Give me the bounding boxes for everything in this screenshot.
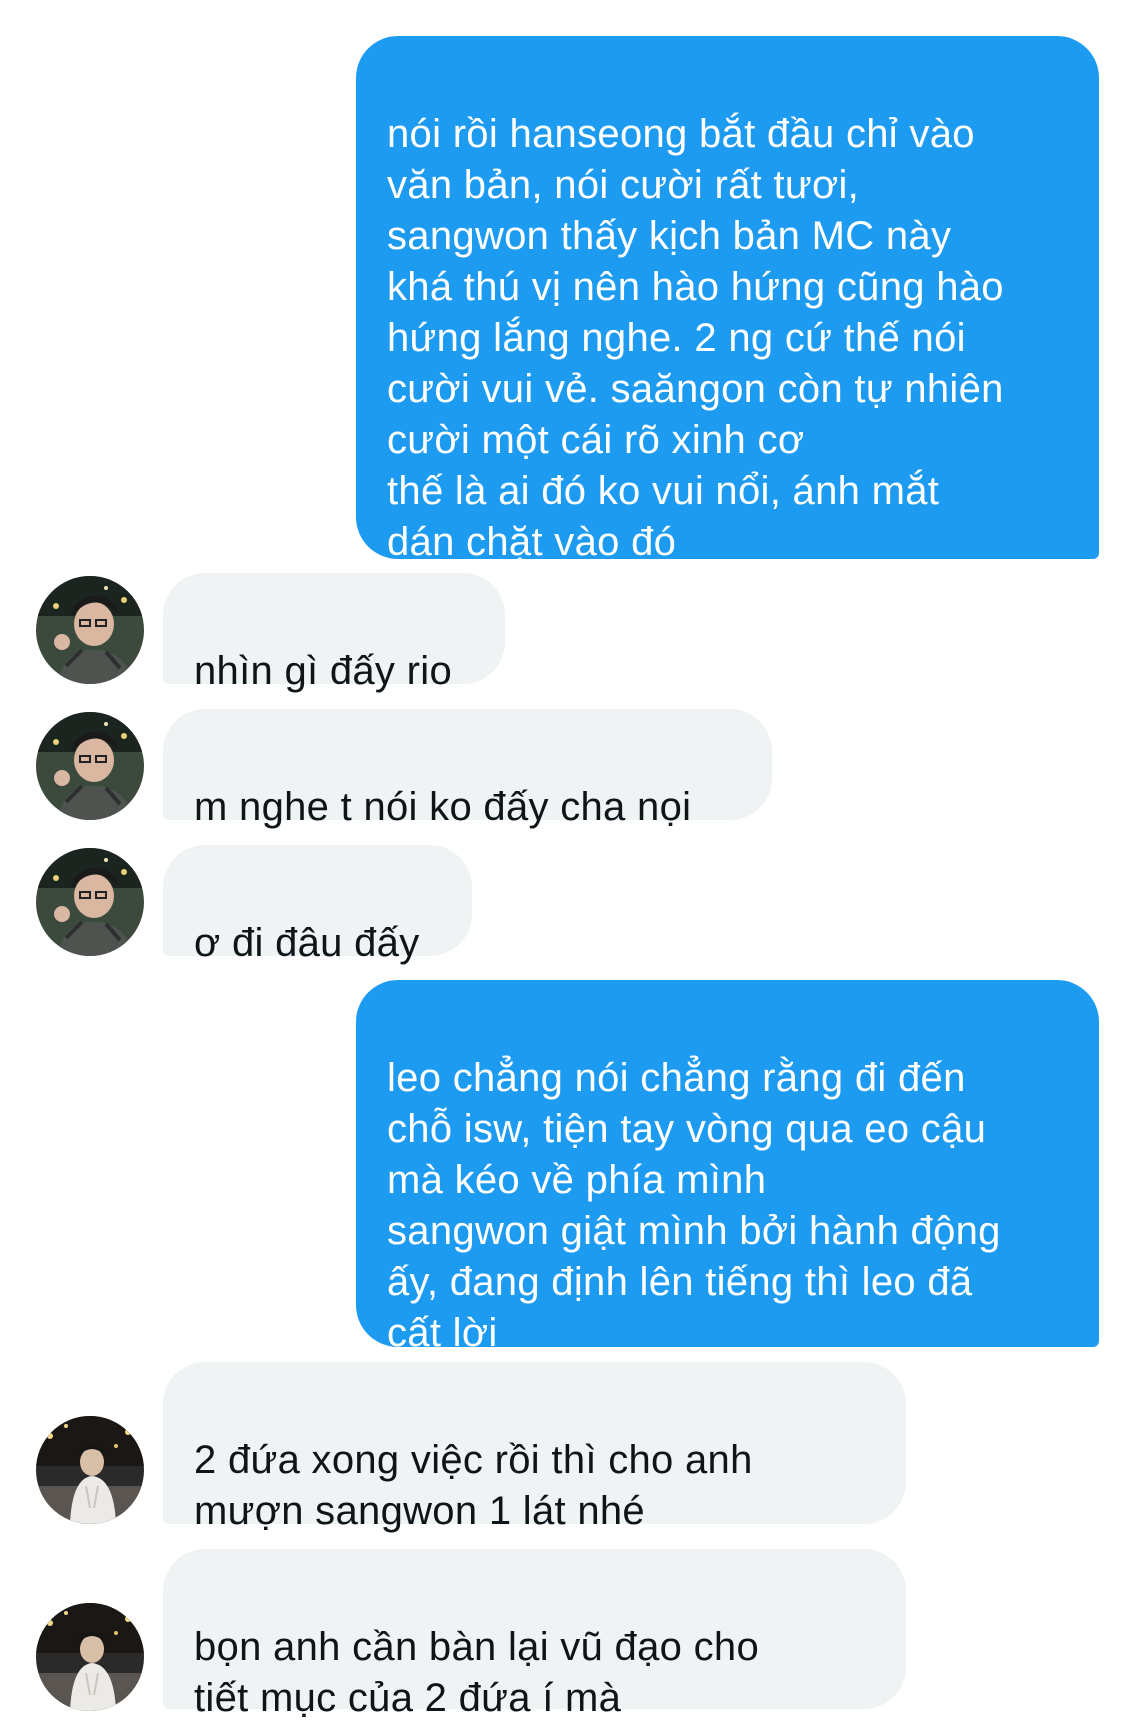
message-text: m nghe t nói ko đấy cha nọi	[194, 785, 692, 829]
message-text: nói rồi hanseong bắt đầu chỉ vào văn bản…	[387, 112, 1004, 564]
profile-photo-icon	[36, 848, 144, 956]
message-bubble-incoming[interactable]: 2 đứa xong việc rồi thì cho anh mượn san…	[163, 1362, 906, 1533]
message-bubble-incoming[interactable]: m nghe t nói ko đấy cha nọi	[163, 709, 772, 829]
message-bubble-incoming[interactable]: ơ đi đâu đấy	[163, 845, 472, 965]
message-text: nhìn gì đấy rio	[194, 649, 452, 693]
message-text: 2 đứa xong việc rồi thì cho anh mượn san…	[194, 1438, 753, 1533]
profile-photo-icon	[36, 576, 144, 684]
profile-photo-icon	[36, 712, 144, 820]
message-text: bọn anh cần bàn lại vũ đạo cho tiết mục …	[194, 1625, 759, 1720]
message-bubble-incoming[interactable]: bọn anh cần bàn lại vũ đạo cho tiết mục …	[163, 1549, 906, 1720]
message-text: leo chẳng nói chẳng rằng đi đến chỗ isw,…	[387, 1056, 1001, 1355]
profile-photo-icon	[36, 1416, 144, 1524]
avatar[interactable]	[36, 712, 144, 820]
message-bubble-outgoing[interactable]: leo chẳng nói chẳng rằng đi đến chỗ isw,…	[356, 980, 1099, 1355]
message-text: ơ đi đâu đấy	[194, 921, 420, 965]
message-bubble-outgoing[interactable]: nói rồi hanseong bắt đầu chỉ vào văn bản…	[356, 36, 1099, 564]
avatar[interactable]	[36, 1416, 144, 1524]
avatar[interactable]	[36, 576, 144, 684]
profile-photo-icon	[36, 1603, 144, 1711]
message-bubble-incoming[interactable]: nhìn gì đấy rio	[163, 573, 505, 693]
avatar[interactable]	[36, 848, 144, 956]
conversation-thread: nói rồi hanseong bắt đầu chỉ vào văn bản…	[0, 0, 1125, 1720]
avatar[interactable]	[36, 1603, 144, 1711]
